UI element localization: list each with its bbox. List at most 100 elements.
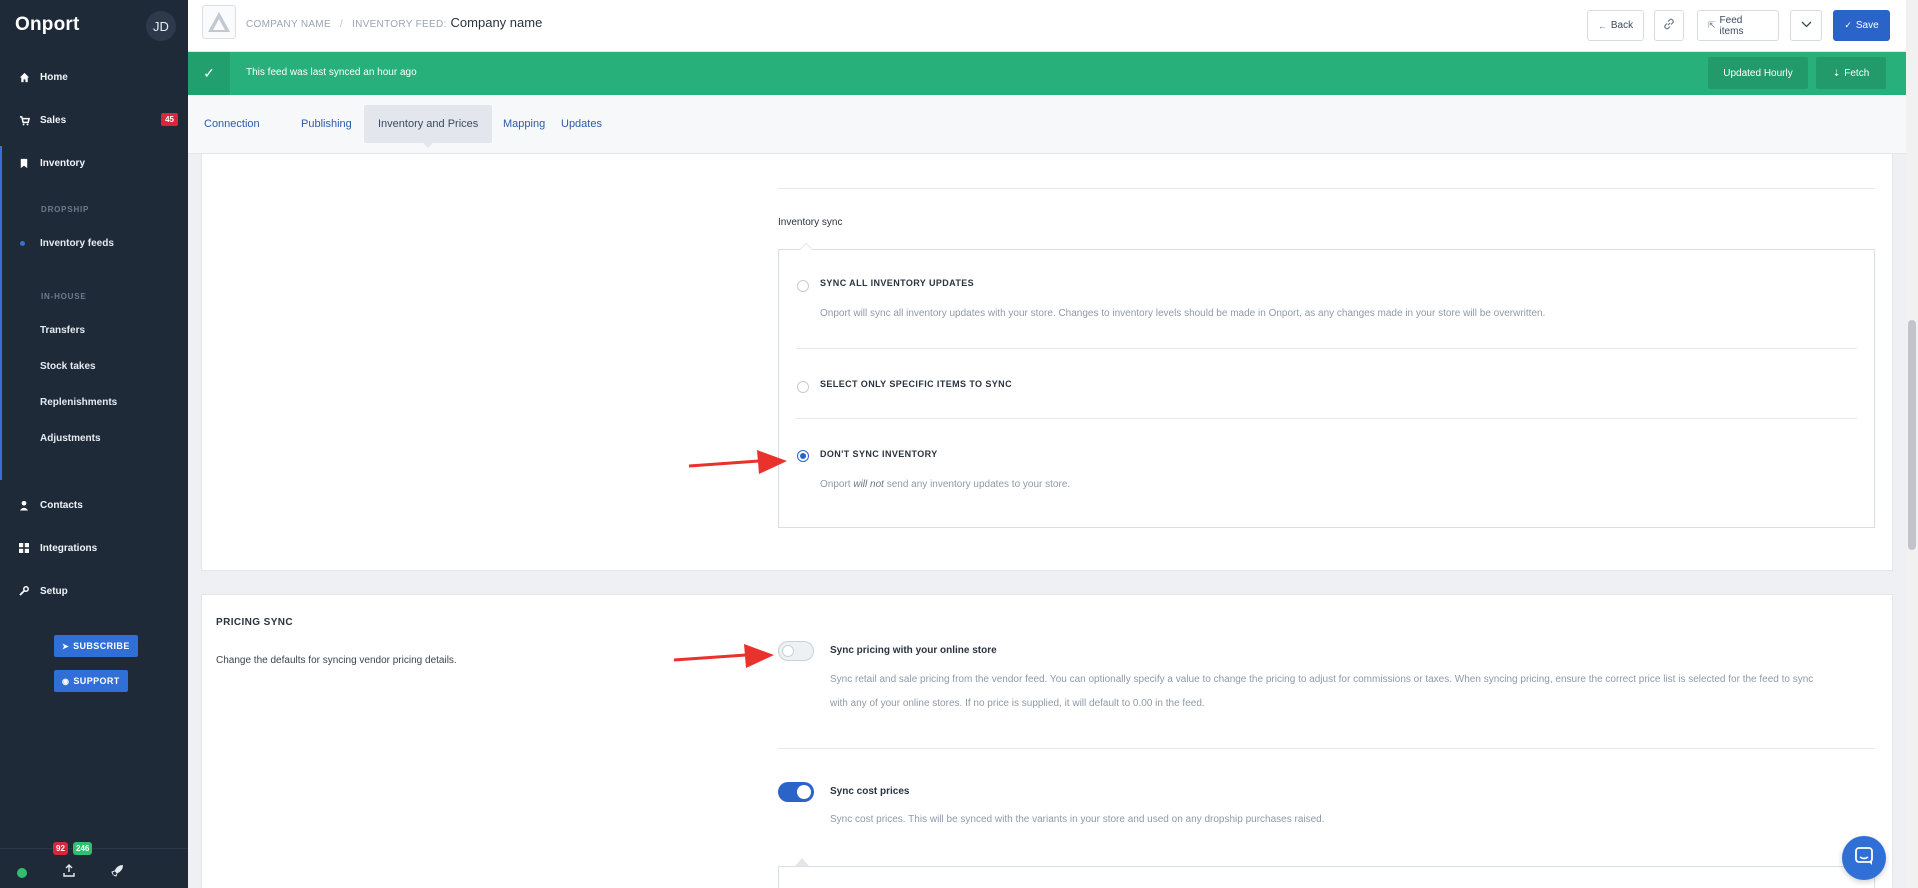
divider (778, 188, 1875, 189)
chat-support-button[interactable] (1842, 836, 1886, 880)
sidebar-item-label: Setup (40, 585, 68, 597)
tab-bar: Connection Publishing Inventory and Pric… (188, 95, 1906, 154)
wrench-icon (18, 585, 30, 597)
brand-logo[interactable]: Onport (15, 14, 80, 36)
error-count-badge[interactable]: 92 (53, 842, 68, 855)
arrow-left-icon: ← (1597, 20, 1607, 31)
sync-cost-prices-desc: Sync cost prices. This will be synced wi… (830, 814, 1325, 825)
sidebar-item-adjustments[interactable]: Adjustments (0, 425, 188, 451)
sidebar-footer (0, 848, 188, 888)
save-label: Save (1855, 20, 1879, 31)
active-dot (20, 241, 25, 246)
breadcrumb-feed-label: INVENTORY FEED: (352, 19, 447, 30)
rocket-icon[interactable] (111, 864, 124, 880)
user-avatar[interactable]: JD (146, 11, 176, 41)
desc-text: send any inventory updates to your store… (883, 479, 1071, 490)
cost-pricing-options-box (778, 866, 1875, 888)
back-button[interactable]: ← Back (1587, 10, 1644, 41)
bookmark-icon (18, 157, 30, 169)
radio-sync-all[interactable] (797, 280, 809, 292)
grid-icon (18, 542, 30, 554)
sidebar-item-setup[interactable]: Setup (0, 576, 188, 606)
feed-items-label: Feed items (1719, 14, 1744, 37)
sync-cost-prices-toggle[interactable] (778, 782, 814, 802)
sync-status-banner: ✓ This feed was last synced an hour ago … (188, 52, 1906, 95)
tab-connection[interactable]: Connection (190, 105, 274, 143)
cart-icon (18, 114, 30, 126)
sync-pricing-desc-line1: Sync retail and sale pricing from the ve… (830, 674, 1814, 685)
fetch-label: Fetch (1844, 67, 1870, 79)
check-icon: ✓ (1844, 20, 1852, 30)
sidebar-item-transfers[interactable]: Transfers (0, 317, 188, 343)
back-label: Back (1610, 20, 1634, 31)
link-icon (1663, 18, 1675, 33)
more-dropdown-button[interactable] (1790, 10, 1822, 41)
option-label-select-specific[interactable]: SELECT ONLY SPECIFIC ITEMS TO SYNC (820, 379, 1012, 389)
upload-icon[interactable] (63, 864, 75, 880)
sidebar-item-inventory[interactable]: Inventory (0, 148, 188, 178)
divider (796, 418, 1857, 419)
sync-cost-prices-label: Sync cost prices (830, 786, 910, 797)
sidebar-item-replenishments[interactable]: Replenishments (0, 389, 188, 415)
support-label: SUPPORT (73, 676, 120, 686)
sidebar-item-home[interactable]: Home (0, 62, 188, 92)
sidebar-item-stock-takes[interactable]: Stock takes (0, 353, 188, 379)
pricing-sync-panel (201, 594, 1893, 888)
support-button[interactable]: ◉ SUPPORT (54, 670, 128, 692)
scrollbar-thumb[interactable] (1908, 320, 1916, 550)
save-button[interactable]: ✓ Save (1833, 10, 1890, 41)
page-title: Company name (450, 15, 543, 30)
sidebar-item-label: Contacts (40, 499, 83, 511)
inventory-sync-title: Inventory sync (778, 217, 843, 228)
subscribe-button[interactable]: ➤ SUBSCRIBE (54, 635, 138, 657)
sidebar: Onport JD Home Sales 45 Inventory DROPSH… (0, 0, 188, 888)
sidebar-item-sales[interactable]: Sales 45 (0, 105, 188, 135)
toggle-knob (797, 785, 811, 799)
option-desc-sync-all: Onport will sync all inventory updates w… (820, 308, 1546, 319)
toggle-knob (782, 645, 794, 657)
sidebar-item-label: Transfers (40, 324, 86, 336)
radio-select-specific[interactable] (797, 381, 809, 393)
tab-publishing[interactable]: Publishing (287, 105, 366, 143)
home-icon (18, 71, 30, 83)
desc-emphasis: will not (853, 479, 884, 490)
top-bar: COMPANY NAME / INVENTORY FEED: Company n… (188, 0, 1906, 52)
inhouse-section-label: IN-HOUSE (41, 292, 87, 301)
sync-pricing-toggle[interactable] (778, 641, 814, 661)
option-label-dont-sync[interactable]: DON'T SYNC INVENTORY (820, 449, 938, 459)
divider (778, 748, 1875, 749)
option-desc-dont-sync: Onport will not send any inventory updat… (820, 479, 1070, 490)
option-label-sync-all[interactable]: SYNC ALL INVENTORY UPDATES (820, 278, 974, 288)
feed-items-button[interactable]: ⇱ Feed items (1697, 10, 1779, 41)
box-pointer (795, 858, 809, 866)
breadcrumb-company[interactable]: COMPANY NAME (246, 19, 331, 30)
link-button[interactable] (1654, 10, 1684, 41)
update-schedule-button[interactable]: Updated Hourly (1708, 57, 1808, 89)
tab-inventory-and-prices[interactable]: Inventory and Prices (364, 105, 493, 148)
subscribe-label: SUBSCRIBE (73, 641, 130, 651)
sidebar-item-label: Home (40, 71, 68, 83)
desc-text: Onport (820, 479, 854, 490)
chat-icon (1854, 846, 1874, 871)
sidebar-item-inventory-feeds[interactable]: Inventory feeds (0, 230, 188, 256)
sync-pricing-desc-line2: with any of your online stores. If no pr… (830, 698, 1205, 709)
online-status-dot (17, 868, 27, 878)
lifebuoy-icon: ◉ (62, 676, 70, 686)
tab-updates[interactable]: Updates (547, 105, 616, 143)
chevron-down-icon (1801, 20, 1812, 31)
sidebar-item-label: Stock takes (40, 360, 96, 372)
pricing-sync-description: Change the defaults for syncing vendor p… (216, 655, 457, 666)
annotation-arrow-icon (673, 644, 774, 668)
company-logo (202, 5, 236, 39)
update-schedule-label: Updated Hourly (1723, 67, 1793, 79)
radio-dont-sync[interactable] (797, 450, 809, 462)
user-icon (18, 499, 30, 511)
sidebar-item-label: Inventory feeds (40, 237, 114, 249)
sidebar-item-contacts[interactable]: Contacts (0, 490, 188, 520)
success-count-badge[interactable]: 246 (73, 842, 93, 855)
external-link-icon: ⇱ (1708, 20, 1716, 30)
sidebar-item-integrations[interactable]: Integrations (0, 533, 188, 563)
sidebar-item-label: Replenishments (40, 396, 118, 408)
fetch-button[interactable]: ⇣ Fetch (1816, 57, 1886, 89)
breadcrumb-separator: / (339, 19, 344, 30)
